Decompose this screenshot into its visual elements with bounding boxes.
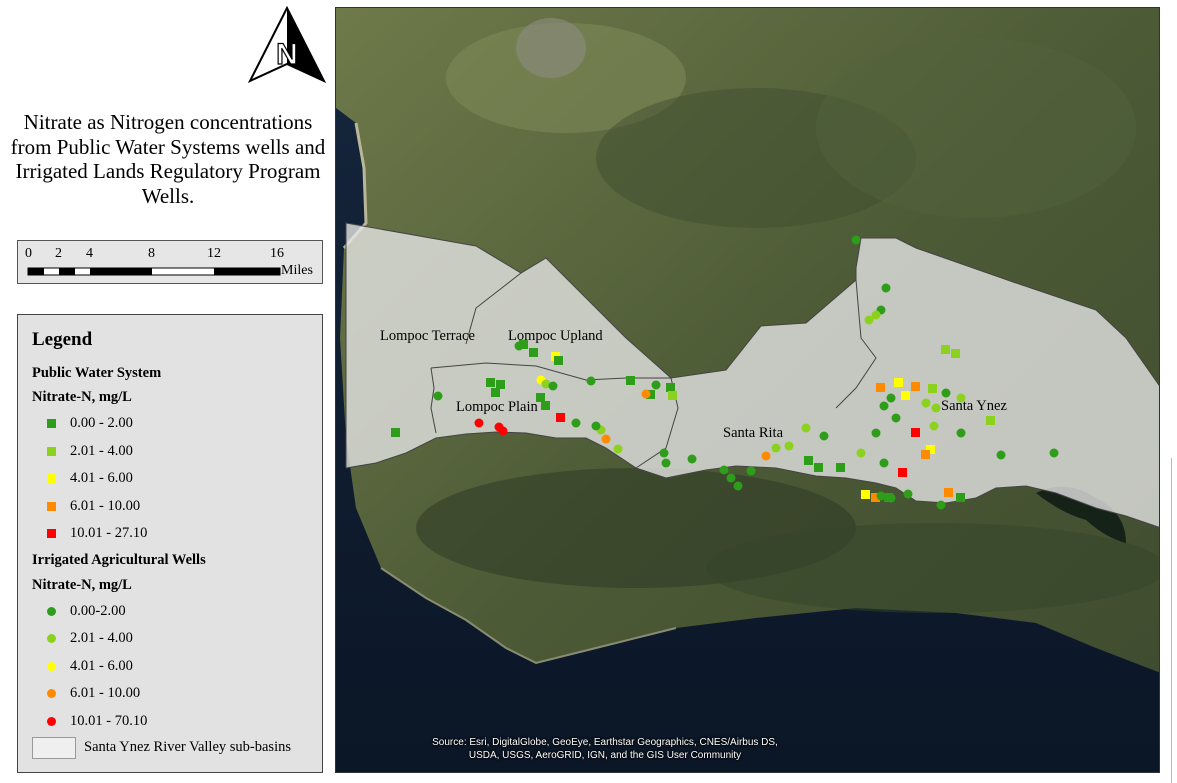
scale-bar-graphic [27, 267, 281, 276]
legend-ilrp-subtitle: Nitrate-N, mg/L [32, 577, 132, 593]
left-panel: N Nitrate as Nitrogen concentrations fro… [0, 0, 335, 783]
legend-heading: Legend [32, 329, 93, 350]
legend-item-label: 4.01 - 6.00 [70, 658, 133, 674]
legend-item-label: 4.01 - 6.00 [70, 470, 133, 486]
subbasin-label: Santa Rita [723, 425, 784, 441]
square-marker-icon [47, 447, 56, 456]
legend-item-label: 6.01 - 10.00 [70, 498, 141, 514]
subbasin-swatch-icon [32, 737, 76, 759]
legend-item-label: 10.01 - 70.10 [70, 713, 148, 729]
circle-marker-icon [47, 662, 56, 671]
north-arrow-icon: N [247, 5, 327, 84]
square-marker-icon [47, 474, 56, 483]
legend-pws-title: Public Water System [32, 365, 162, 381]
subbasin-label: Lompoc Upland [508, 328, 603, 344]
circle-marker-icon [47, 607, 56, 616]
legend-item-label: 0.00 - 2.00 [70, 415, 133, 431]
legend-basins-label: Santa Ynez River Valley sub-basins [84, 739, 291, 755]
legend-pws-subtitle: Nitrate-N, mg/L [32, 389, 132, 405]
north-arrow-label: N [276, 38, 298, 71]
scale-unit: Miles [281, 263, 313, 278]
map-title: Nitrate as Nitrogen concentrations from … [10, 110, 326, 208]
circle-marker-icon [47, 717, 56, 726]
legend-item-label: 0.00-2.00 [70, 603, 126, 619]
map-attribution: Source: Esri, DigitalGlobe, GeoEye, Eart… [395, 736, 815, 762]
circle-marker-icon [47, 634, 56, 643]
legend-item-label: 10.01 - 27.10 [70, 525, 148, 541]
legend-ilrp-title: Irrigated Agricultural Wells [32, 552, 206, 568]
circle-marker-icon [47, 689, 56, 698]
subbasin-label: Lompoc Plain [456, 399, 538, 415]
square-marker-icon [47, 502, 56, 511]
legend-item-label: 6.01 - 10.00 [70, 685, 141, 701]
right-margin [1160, 0, 1177, 783]
scale-bar: 0 2 4 8 12 16 Miles [17, 240, 323, 284]
legend-item-label: 2.01 - 4.00 [70, 443, 133, 459]
square-marker-icon [47, 529, 56, 538]
subbasin-label: Santa Ynez [941, 398, 1007, 414]
subbasin-label: Lompoc Terrace [380, 328, 475, 344]
basemap-imagery [336, 8, 1159, 772]
attribution-line: Source: Esri, DigitalGlobe, GeoEye, Eart… [432, 737, 778, 748]
legend-item-label: 2.01 - 4.00 [70, 630, 133, 646]
square-marker-icon [47, 419, 56, 428]
legend-panel: Legend Public Water System Nitrate-N, mg… [17, 314, 323, 773]
map-frame[interactable]: Lompoc Terrace Lompoc Upland Lompoc Plai… [335, 7, 1160, 773]
attribution-line: USDA, USGS, AeroGRID, IGN, and the GIS U… [468, 750, 742, 761]
scrollbar-edge[interactable] [1171, 458, 1172, 783]
